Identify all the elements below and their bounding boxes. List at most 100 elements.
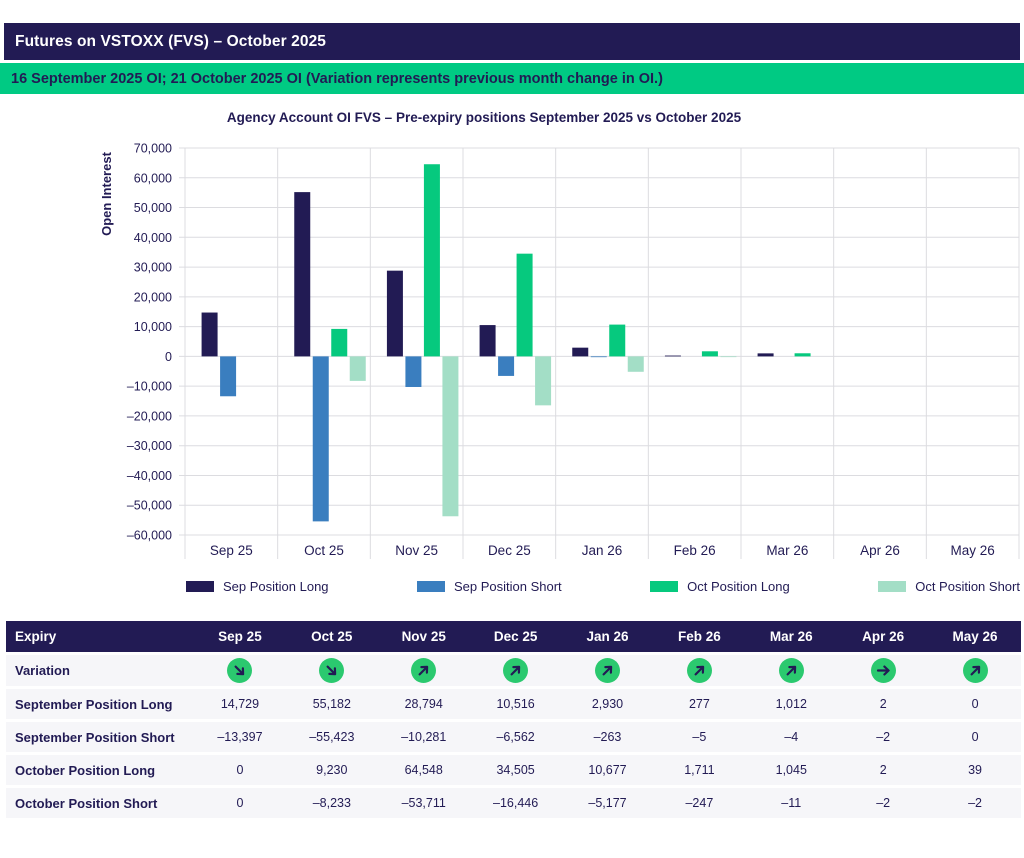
- variation-cell: [837, 658, 929, 683]
- y-axis-tick-label: 40,000: [134, 231, 172, 245]
- bar-oct-position-short: [628, 356, 644, 371]
- table-value-cell: 34,505: [470, 763, 562, 777]
- y-axis-tick-label: 20,000: [134, 290, 172, 304]
- y-axis-tick-label: 60,000: [134, 171, 172, 185]
- trend-down-right-icon: [319, 658, 344, 683]
- report-subtitle: 16 September 2025 OI; 21 October 2025 OI…: [11, 71, 663, 87]
- variation-row: Variation: [6, 655, 1021, 686]
- table-value-cell: 0: [194, 763, 286, 777]
- y-axis-title: Open Interest: [99, 151, 114, 235]
- chart-title: Agency Account OI FVS – Pre-expiry posit…: [0, 110, 1024, 126]
- table-value-cell: 0: [194, 796, 286, 810]
- legend-swatch-icon: [186, 581, 214, 592]
- bar-sep-position-short: [220, 356, 236, 396]
- bar-oct-position-long: [609, 325, 625, 357]
- table-column-header: Oct 25: [286, 629, 378, 644]
- table-value-cell: –5: [653, 730, 745, 744]
- table-value-cell: –2: [929, 796, 1021, 810]
- y-axis-tick-label: 10,000: [134, 320, 172, 334]
- table-value-cell: –8,233: [286, 796, 378, 810]
- trend-up-right-icon: [595, 658, 620, 683]
- y-axis-tick-label: –50,000: [127, 499, 172, 513]
- report-title-bar: Futures on VSTOXX (FVS) – October 2025: [4, 23, 1020, 60]
- table-row: October Position Short0–8,233–53,711–16,…: [6, 788, 1021, 818]
- bar-sep-position-long: [572, 348, 588, 357]
- table-value-cell: 1,711: [653, 763, 745, 777]
- bar-oct-position-short: [350, 356, 366, 381]
- y-axis-tick-label: 70,000: [134, 142, 172, 156]
- x-axis-tick-label: Jan 26: [582, 543, 623, 558]
- y-axis-tick-label: –20,000: [127, 409, 172, 423]
- table-value-cell: 39: [929, 763, 1021, 777]
- y-axis-tick-label: –10,000: [127, 380, 172, 394]
- table-value-cell: –53,711: [378, 796, 470, 810]
- bar-sep-position-short: [313, 356, 329, 521]
- bar-sep-position-short: [498, 356, 514, 376]
- table-column-header: Nov 25: [378, 629, 470, 644]
- report-subtitle-bar: 16 September 2025 OI; 21 October 2025 OI…: [0, 63, 1024, 94]
- bar-oct-position-short: [720, 356, 736, 357]
- table-column-header: Apr 26: [837, 629, 929, 644]
- bar-oct-position-long: [702, 351, 718, 356]
- variation-cell: [286, 658, 378, 683]
- y-axis-tick-label: 0: [165, 350, 172, 364]
- table-row: September Position Long14,72955,18228,79…: [6, 689, 1021, 719]
- legend-item: Sep Position Short: [417, 579, 562, 594]
- table-value-cell: –10,281: [378, 730, 470, 744]
- table-value-cell: –16,446: [470, 796, 562, 810]
- variation-cell: [653, 658, 745, 683]
- table-value-cell: –6,562: [470, 730, 562, 744]
- trend-up-right-icon: [503, 658, 528, 683]
- table-value-cell: –2: [837, 796, 929, 810]
- bar-oct-position-long: [795, 353, 811, 356]
- table-value-cell: 64,548: [378, 763, 470, 777]
- table-row: September Position Short–13,397–55,423–1…: [6, 722, 1021, 752]
- table-value-cell: 1,045: [745, 763, 837, 777]
- trend-up-right-icon: [779, 658, 804, 683]
- x-axis-tick-label: Feb 26: [674, 543, 716, 558]
- y-axis-tick-label: 30,000: [134, 261, 172, 275]
- legend-swatch-icon: [650, 581, 678, 592]
- table-column-header: Sep 25: [194, 629, 286, 644]
- table-column-header: Dec 25: [470, 629, 562, 644]
- x-axis-tick-label: Mar 26: [766, 543, 808, 558]
- y-axis-tick-label: –30,000: [127, 439, 172, 453]
- y-axis-tick-label: –60,000: [127, 529, 172, 543]
- table-value-cell: 277: [653, 697, 745, 711]
- x-axis-tick-label: Dec 25: [488, 543, 531, 558]
- bar-oct-position-long: [517, 254, 533, 357]
- variation-cell: [470, 658, 562, 683]
- report-title: Futures on VSTOXX (FVS) – October 2025: [15, 33, 326, 51]
- table-value-cell: –2: [837, 730, 929, 744]
- x-axis-tick-label: May 26: [951, 543, 995, 558]
- table-column-header: May 26: [929, 629, 1021, 644]
- table-value-cell: 9,230: [286, 763, 378, 777]
- table-value-cell: 10,677: [562, 763, 654, 777]
- table-value-cell: 0: [929, 730, 1021, 744]
- trend-up-right-icon: [687, 658, 712, 683]
- y-axis-tick-label: 50,000: [134, 201, 172, 215]
- table-column-header: Jan 26: [562, 629, 654, 644]
- x-axis-tick-label: Oct 25: [304, 543, 344, 558]
- legend-swatch-icon: [417, 581, 445, 592]
- bar-oct-position-long: [331, 329, 347, 356]
- bar-oct-position-short: [442, 356, 458, 516]
- bar-sep-position-long: [387, 271, 403, 357]
- table-value-cell: 28,794: [378, 697, 470, 711]
- legend-item: Oct Position Short: [878, 579, 1020, 594]
- chart-legend: Sep Position LongSep Position ShortOct P…: [186, 576, 1020, 596]
- x-axis-tick-label: Nov 25: [395, 543, 438, 558]
- bar-sep-position-short: [591, 356, 607, 357]
- table-row-label: October Position Long: [6, 763, 194, 778]
- table-value-cell: –11: [745, 796, 837, 810]
- table-row-label: October Position Short: [6, 796, 194, 811]
- bar-sep-position-long: [665, 356, 681, 357]
- table-row-label: September Position Long: [6, 697, 194, 712]
- trend-down-right-icon: [227, 658, 252, 683]
- variation-row-label: Variation: [6, 663, 194, 678]
- table-value-cell: –55,423: [286, 730, 378, 744]
- expiry-table: Expiry Sep 25Oct 25Nov 25Dec 25Jan 26Feb…: [6, 621, 1021, 818]
- trend-up-right-icon: [963, 658, 988, 683]
- table-row: October Position Long09,23064,54834,5051…: [6, 755, 1021, 785]
- table-value-cell: –4: [745, 730, 837, 744]
